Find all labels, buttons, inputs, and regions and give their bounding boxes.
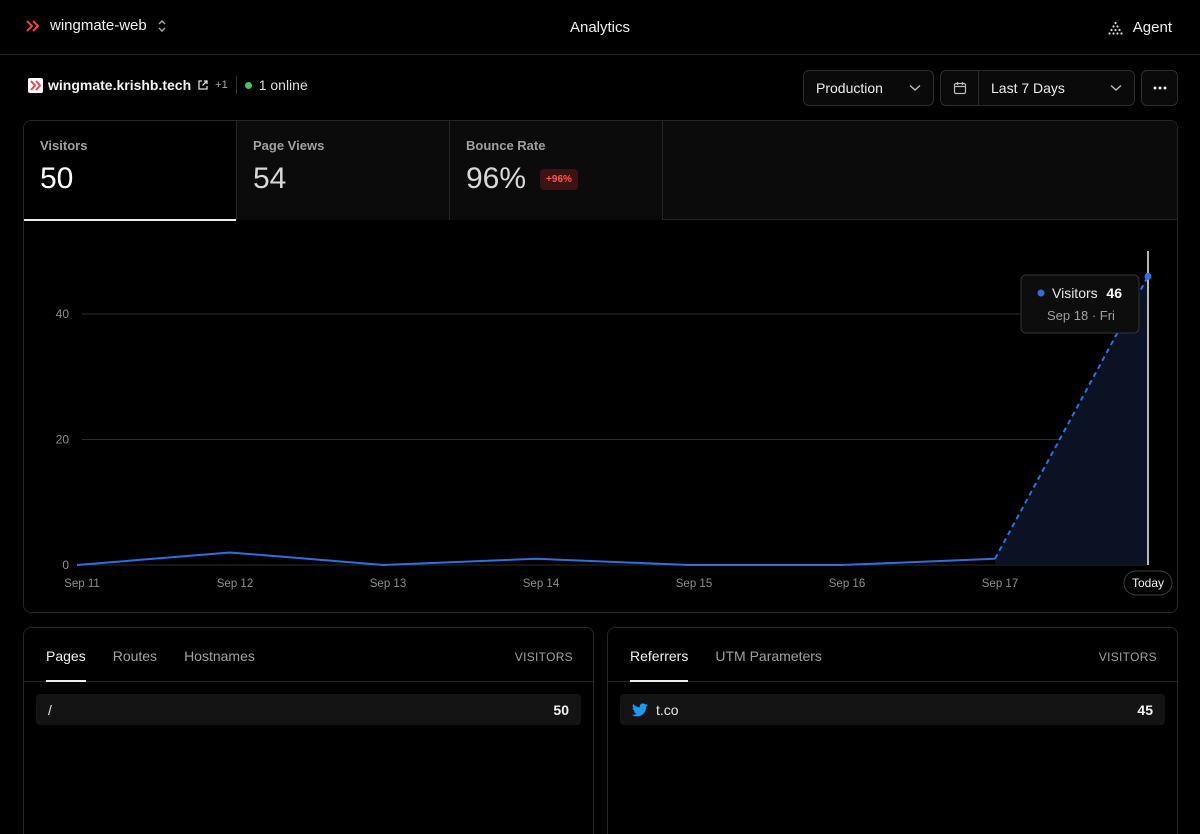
- stat-value: 54: [253, 162, 287, 195]
- visitor-count: 45: [1137, 701, 1153, 718]
- tooltip-value: 46: [1106, 285, 1122, 301]
- site-info: wingmate.krishb.tech +1 1 online: [28, 76, 308, 94]
- tooltip-date: Sep 18 · Fri: [1047, 308, 1115, 323]
- stats-filler: [663, 121, 1177, 219]
- chevron-down-icon: [909, 84, 921, 91]
- stat-value: 96%: [466, 162, 527, 195]
- stat-label: Page Views: [253, 138, 325, 153]
- pages-panel: Pages Routes Hostnames VISITORS / 50: [23, 627, 594, 834]
- visitors-column-header: VISITORS: [514, 650, 573, 664]
- tab-hostnames[interactable]: Hostnames: [184, 628, 255, 682]
- visitors-chart[interactable]: 0 20 40 Sep 11 Sep 12 Sep 13 Sep 14 Sep 15 Sep 1…: [24, 221, 1177, 613]
- y-tick-label: 0: [62, 558, 69, 572]
- environment-value: Production: [816, 80, 883, 96]
- calendar-button[interactable]: [941, 71, 979, 105]
- stat-label: Visitors: [40, 138, 88, 153]
- x-tick-label: Sep 17: [982, 578, 1018, 590]
- chevron-down-icon: [1110, 84, 1122, 91]
- tab-pages[interactable]: Pages: [46, 628, 86, 682]
- referrers-panel: Referrers UTM Parameters VISITORS t.co 4…: [607, 627, 1178, 834]
- stat-label: Bounce Rate: [466, 138, 546, 153]
- x-tick-label: Sep 15: [676, 578, 712, 590]
- series-line: [76, 551, 996, 567]
- agent-button[interactable]: Agent: [1108, 19, 1172, 36]
- x-tick-label: Sep 14: [523, 578, 560, 590]
- y-tick-label: 40: [56, 307, 70, 321]
- external-link-icon[interactable]: [197, 79, 209, 91]
- online-count: 1 online: [258, 77, 308, 93]
- stat-visitors[interactable]: Visitors 50: [24, 121, 237, 221]
- x-tick-label-today: Today: [1132, 576, 1164, 590]
- data-point: [1144, 272, 1152, 280]
- x-tick-label: Sep 12: [217, 578, 253, 590]
- visitors-column-header: VISITORS: [1098, 650, 1157, 664]
- tab-utm-parameters[interactable]: UTM Parameters: [715, 628, 822, 682]
- calendar-icon: [953, 82, 966, 95]
- stats-row: Visitors 50 Page Views 54 Bounce Rate 96…: [24, 121, 1177, 221]
- online-status-dot: [244, 81, 252, 89]
- change-badge: +96%: [540, 168, 578, 190]
- tooltip-series-name: Visitors: [1052, 285, 1098, 301]
- referrer-host: t.co: [656, 701, 679, 718]
- site-domain-link[interactable]: wingmate.krishb.tech: [48, 77, 191, 93]
- stat-bounce-rate[interactable]: Bounce Rate 96% +96%: [450, 121, 663, 220]
- referrers-tabs: Referrers UTM Parameters VISITORS: [608, 628, 1177, 682]
- x-tick-label: Sep 13: [370, 578, 406, 590]
- date-range-value: Last 7 Days: [991, 80, 1065, 96]
- twitter-icon: [632, 702, 648, 716]
- tab-referrers[interactable]: Referrers: [630, 628, 689, 682]
- page-path: /: [48, 701, 52, 718]
- environment-select[interactable]: Production: [803, 70, 934, 106]
- analytics-card: Visitors 50 Page Views 54 Bounce Rate 96…: [23, 120, 1178, 613]
- y-tick-label: 20: [56, 433, 70, 447]
- visitor-count: 50: [553, 701, 569, 718]
- x-tick-label: Sep 16: [829, 578, 865, 590]
- site-logo-icon: [28, 77, 43, 93]
- agent-icon: [1108, 21, 1123, 35]
- page-title: Analytics: [569, 19, 631, 36]
- x-tick-label: Sep 11: [64, 578, 100, 590]
- divider: [235, 76, 237, 94]
- tooltip-series-dot: [1037, 289, 1045, 297]
- extra-domains-count[interactable]: +1: [215, 79, 228, 91]
- tooltip: [1020, 274, 1140, 334]
- more-horizontal-icon: [1153, 86, 1166, 90]
- stat-value: 50: [40, 162, 74, 195]
- table-row[interactable]: t.co 45: [620, 694, 1165, 725]
- top-bar: wingmate-web Analytics Agent: [0, 0, 1200, 55]
- pages-tabs: Pages Routes Hostnames VISITORS: [24, 628, 593, 682]
- agent-label: Agent: [1132, 19, 1172, 36]
- date-range-select[interactable]: Last 7 Days: [940, 70, 1135, 106]
- stat-page-views[interactable]: Page Views 54: [237, 121, 450, 220]
- table-row[interactable]: / 50: [36, 694, 581, 725]
- tab-routes[interactable]: Routes: [113, 628, 157, 682]
- more-options-button[interactable]: [1141, 70, 1178, 106]
